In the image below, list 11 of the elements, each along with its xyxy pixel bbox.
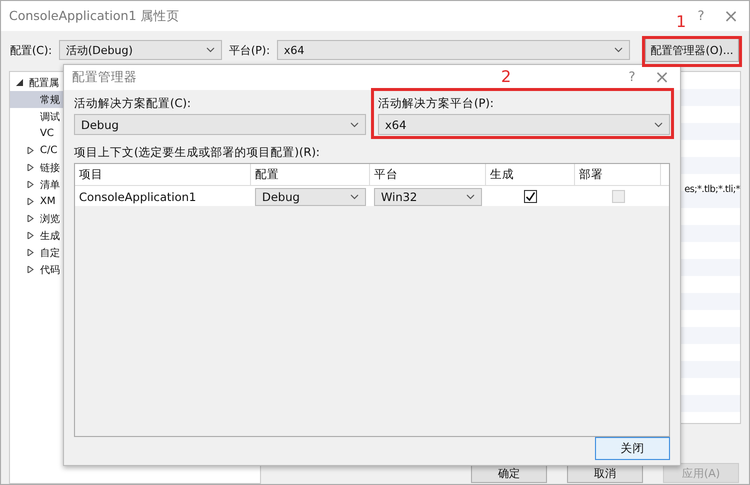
dialog-title: 配置管理器 — [72, 69, 137, 86]
solution-config-label: 活动解决方案配置(C): — [74, 96, 192, 111]
project-name: ConsoleApplication1 — [79, 190, 196, 204]
solution-platform-label: 活动解决方案平台(P): — [378, 96, 495, 111]
config-label: 配置(C): — [10, 42, 52, 58]
annotation-number: 2 — [501, 67, 512, 86]
property-value: es;*.tlb;*.tli;* — [684, 184, 740, 195]
annotation-number: 1 — [676, 12, 686, 31]
platform-label: 平台(P): — [228, 42, 270, 58]
window-title: ConsoleApplication1 属性页 — [9, 8, 180, 24]
context-label: 项目上下文(选定要生成或部署的项目配置)(R): — [74, 145, 321, 160]
